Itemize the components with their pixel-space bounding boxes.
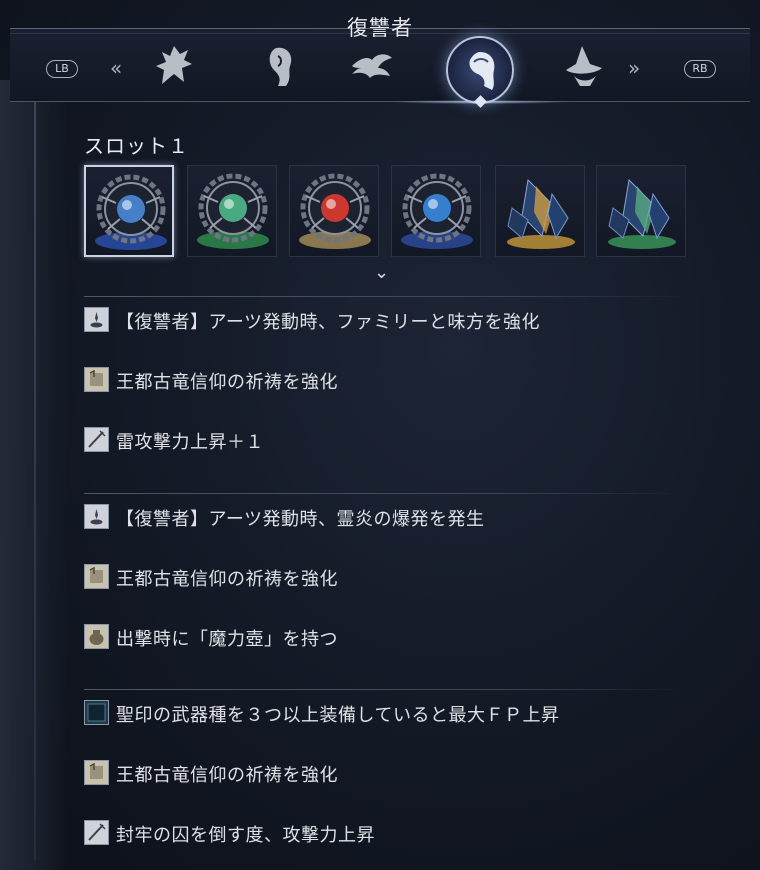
prev-class-button[interactable]: «: [110, 56, 122, 80]
arts-icon: [84, 307, 109, 332]
effect-text: 【復讐者】アーツ発動時、霊炎の爆発を発生: [116, 509, 485, 530]
effect-text: 王都古竜信仰の祈祷を強化: [116, 372, 338, 393]
effect-text: 王都古竜信仰の祈祷を強化: [116, 569, 338, 590]
relic-slot-2[interactable]: [187, 165, 277, 257]
relic-orb-red-icon: [299, 173, 371, 249]
effect-row[interactable]: 聖印の武器種を３つ以上装備していると最大ＦＰ上昇: [84, 700, 704, 726]
seal-icon: [84, 700, 109, 725]
arts-icon: [84, 504, 109, 529]
relic-orb-blue-icon: [401, 173, 473, 249]
effect-row[interactable]: 王都古竜信仰の祈祷を強化: [84, 760, 704, 786]
scroll-icon: [84, 564, 109, 589]
effect-row[interactable]: 王都古竜信仰の祈祷を強化: [84, 564, 704, 590]
effect-text: 王都古竜信仰の祈祷を強化: [116, 765, 338, 786]
weapon-icon: [84, 820, 109, 845]
weapon-icon: [84, 427, 109, 452]
effect-text: 【復讐者】アーツ発動時、ファミリーと味方を強化: [116, 312, 541, 333]
slot-title: スロット１: [84, 134, 189, 158]
background-pillar: [0, 80, 70, 870]
effect-divider: [84, 689, 688, 690]
effect-row[interactable]: 【復讐者】アーツ発動時、霊炎の爆発を発生: [84, 504, 704, 530]
lb-button[interactable]: LB: [46, 60, 78, 78]
expand-chevron-icon[interactable]: ⌄: [374, 262, 389, 283]
class-hooded-figure-icon[interactable]: [150, 42, 198, 90]
relic-crystal-green-icon: [608, 178, 676, 249]
effect-text: 出撃時に「魔力壺」を持つ: [116, 629, 338, 650]
effect-row[interactable]: 封牢の囚を倒す度、攻撃力上昇: [84, 820, 704, 846]
class-witch-hat-icon[interactable]: [560, 42, 608, 90]
relic-slot-5[interactable]: [495, 165, 585, 257]
class-bird-crest-icon[interactable]: [348, 42, 396, 90]
relic-crystal-gold-icon: [507, 178, 575, 249]
relic-slot-4[interactable]: [391, 165, 481, 257]
rb-button[interactable]: RB: [684, 60, 716, 78]
effect-row[interactable]: 王都古竜信仰の祈祷を強化: [84, 367, 704, 393]
scroll-icon: [84, 760, 109, 785]
class-hair-profile-icon[interactable]: [256, 42, 304, 90]
effect-divider: [84, 296, 688, 297]
relic-orb-green-icon: [197, 173, 269, 249]
scroll-icon: [84, 367, 109, 392]
effect-row[interactable]: 【復讐者】アーツ発動時、ファミリーと味方を強化: [84, 307, 704, 333]
effect-text: 封牢の囚を倒す度、攻撃力上昇: [116, 825, 375, 846]
effect-divider: [84, 493, 688, 494]
effect-text: 聖印の武器種を３つ以上装備していると最大ＦＰ上昇: [116, 705, 560, 726]
relic-orb-blue-icon: [95, 174, 167, 250]
relic-slot-6[interactable]: [596, 165, 686, 257]
pot-icon: [84, 624, 109, 649]
relic-slot-1[interactable]: [84, 165, 174, 257]
effect-row[interactable]: 出撃時に「魔力壺」を持つ: [84, 624, 704, 650]
selected-class-name: 復讐者: [347, 16, 413, 40]
effect-row[interactable]: 雷攻撃力上昇＋１: [84, 427, 704, 453]
relic-slot-3[interactable]: [289, 165, 379, 257]
effect-text: 雷攻撃力上昇＋１: [116, 432, 264, 453]
next-class-button[interactable]: »: [628, 56, 640, 80]
relic-row: [84, 165, 694, 257]
